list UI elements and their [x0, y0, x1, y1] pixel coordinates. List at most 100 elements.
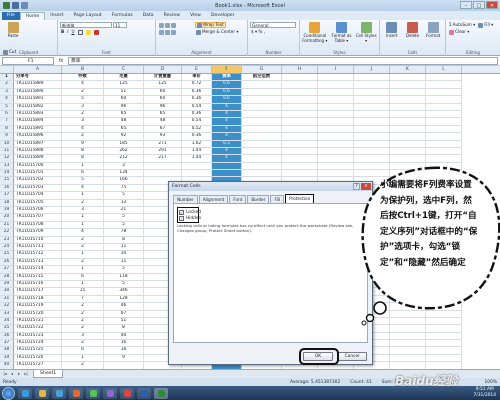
cell[interactable]: 125: [104, 81, 144, 89]
cell[interactable]: TR11015891: [14, 96, 62, 104]
underline-button[interactable]: U: [71, 29, 74, 35]
cell[interactable]: 2: [62, 88, 104, 97]
row-header[interactable]: 27: [0, 266, 14, 274]
cell[interactable]: 96: [144, 103, 182, 111]
cell[interactable]: [282, 103, 318, 111]
cell[interactable]: [390, 362, 426, 369]
cell[interactable]: [318, 155, 354, 163]
cell[interactable]: TR11015706: [14, 207, 62, 215]
cell[interactable]: [282, 118, 318, 126]
cell[interactable]: 5: [104, 221, 144, 230]
cell[interactable]: 2: [62, 362, 104, 369]
row-header[interactable]: 34: [0, 317, 14, 326]
cell[interactable]: 2: [62, 236, 104, 244]
cell[interactable]: [318, 133, 354, 141]
paste-button[interactable]: Paste: [2, 22, 24, 48]
column-header-c[interactable]: C: [104, 66, 144, 73]
cell[interactable]: 46: [104, 303, 144, 311]
cell[interactable]: TR11015899: [14, 155, 62, 163]
tab-insert[interactable]: Insert: [45, 12, 68, 20]
cell[interactable]: [390, 81, 426, 89]
cell[interactable]: TR11015717: [14, 288, 62, 296]
cell[interactable]: [426, 110, 462, 119]
cell[interactable]: 21: [104, 207, 144, 215]
row-header[interactable]: 17: [0, 192, 14, 200]
cell[interactable]: [426, 88, 462, 97]
cell[interactable]: [426, 362, 462, 369]
cell[interactable]: [318, 88, 354, 97]
cell[interactable]: 4: [62, 81, 104, 89]
cell[interactable]: 0.54: [182, 103, 212, 111]
cell[interactable]: 40: [104, 332, 144, 341]
cell[interactable]: [390, 74, 426, 82]
start-button[interactable]: [2, 386, 15, 400]
cell[interactable]: TR11015894: [14, 118, 62, 126]
taskbar-word[interactable]: [137, 387, 151, 399]
cell[interactable]: 291: [144, 147, 182, 156]
delete-cells-button[interactable]: Delete: [403, 22, 423, 48]
cell[interactable]: TR11015713: [14, 258, 62, 267]
cell[interactable]: [318, 110, 354, 119]
tab-fill[interactable]: Fill: [270, 195, 285, 203]
cell[interactable]: 96: [104, 103, 144, 111]
font-color-icon[interactable]: [93, 29, 99, 35]
tab-border[interactable]: Border: [247, 195, 270, 203]
cell[interactable]: TR11015897: [14, 140, 62, 148]
column-header-a[interactable]: A: [14, 66, 62, 73]
column-header-g[interactable]: G: [242, 66, 282, 73]
cell[interactable]: 0.36: [182, 88, 212, 97]
cell[interactable]: 费率: [212, 74, 242, 82]
cell[interactable]: [282, 88, 318, 97]
cell[interactable]: TR11015893: [14, 110, 62, 119]
cell[interactable]: [390, 110, 426, 119]
cell[interactable]: [318, 140, 354, 148]
tab-data[interactable]: Data: [138, 12, 159, 20]
taskbar-app3[interactable]: [86, 387, 100, 399]
cell[interactable]: [390, 340, 426, 348]
cell[interactable]: 13: [104, 199, 144, 208]
row-header[interactable]: 18: [0, 199, 14, 208]
cell[interactable]: [426, 103, 462, 111]
cell[interactable]: 16: [104, 340, 144, 348]
cell[interactable]: 65: [104, 110, 144, 119]
cell[interactable]: 2: [62, 340, 104, 348]
cell[interactable]: 4: [62, 229, 104, 237]
format-as-table-button[interactable]: Format as Table ▾: [329, 22, 355, 48]
close-button[interactable]: ✕: [486, 1, 498, 9]
cell[interactable]: TR11015724: [14, 340, 62, 348]
next-sheet-icon[interactable]: ▸: [16, 371, 22, 377]
cell[interactable]: 3: [104, 162, 144, 171]
cell[interactable]: 6.6: [212, 81, 242, 89]
cell[interactable]: [282, 140, 318, 148]
row-header[interactable]: 5: [0, 103, 14, 111]
cell[interactable]: [354, 110, 390, 119]
align-left-icon[interactable]: [159, 29, 164, 35]
align-right-icon[interactable]: [171, 29, 176, 35]
row-header[interactable]: 9: [0, 133, 14, 141]
row-header[interactable]: 37: [0, 340, 14, 348]
column-header-e[interactable]: E: [182, 66, 212, 73]
cell[interactable]: TR11015719: [14, 303, 62, 311]
cell[interactable]: [212, 170, 242, 178]
prev-sheet-icon[interactable]: ◂: [9, 371, 15, 377]
cell[interactable]: [318, 125, 354, 134]
cell[interactable]: 3: [62, 332, 104, 341]
cell[interactable]: [426, 133, 462, 141]
cell[interactable]: [242, 81, 282, 89]
cell[interactable]: [282, 81, 318, 89]
cell[interactable]: [182, 170, 212, 178]
name-box[interactable]: F1: [2, 56, 54, 65]
cell[interactable]: TR11015890: [14, 88, 62, 97]
cell[interactable]: 0.36: [182, 110, 212, 119]
cell[interactable]: 0.52: [182, 125, 212, 134]
cell[interactable]: 1.44: [182, 147, 212, 156]
column-header-l[interactable]: L: [426, 66, 462, 73]
cell[interactable]: 2: [62, 310, 104, 318]
cell[interactable]: 4: [212, 147, 242, 156]
row-header[interactable]: 19: [0, 207, 14, 215]
cell[interactable]: [144, 162, 182, 171]
cell[interactable]: [426, 140, 462, 148]
cell[interactable]: 分单号: [14, 74, 62, 82]
cell[interactable]: [390, 88, 426, 97]
cell[interactable]: 4: [62, 125, 104, 134]
